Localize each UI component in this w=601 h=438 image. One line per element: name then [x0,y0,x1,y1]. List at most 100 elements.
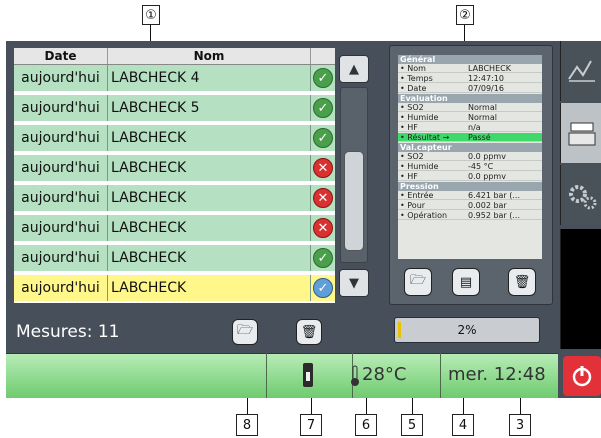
row-name: LABCHECK [108,275,311,301]
row-name: LABCHECK [108,155,311,181]
trash-icon: 🗑 [300,324,318,340]
table-row[interactable]: aujourd'hui LABCHECK ✕ [14,185,335,213]
clock-readout: mer. 12:48 [448,364,546,385]
row-name: LABCHECK [108,125,311,151]
sidebar-item-measure[interactable] [560,41,601,101]
pass-check-icon: ✓ [313,248,333,268]
scroll-down-button[interactable]: ▼ [339,269,369,297]
load-result-button[interactable]: 🗁 [404,268,432,296]
callout-5: 5 [401,414,423,436]
pass-check-icon: ✓ [313,68,333,88]
pass-check-icon: ✓ [313,128,333,148]
open-measurement-button[interactable]: 🗁 [232,319,258,345]
detail-key: • Entrée [400,191,434,200]
row-date: aujourd'hui [14,245,108,271]
detail-key: • Humide [400,162,439,171]
status-divider [266,353,267,398]
column-header-nom: Nom [108,48,311,64]
table-row[interactable]: aujourd'hui LABCHECK ✓ [14,125,335,153]
row-name: LABCHECK [108,245,311,271]
detail-value: -45 °C [468,162,494,171]
table-row[interactable]: aujourd'hui LABCHECK 5 ✓ [14,95,335,123]
battery-icon [303,363,313,387]
row-date: aujourd'hui [14,155,108,181]
delete-result-button[interactable]: 🗑 [508,268,536,296]
pass-check-icon: ✓ [313,98,333,118]
callout-4: 4 [452,414,474,436]
callout-8: 8 [236,414,258,436]
table-row[interactable]: aujourd'hui LABCHECK ✓ [14,245,335,273]
detail-key: • Pour [400,201,426,210]
thermometer-icon [350,365,360,391]
measurements-count: Mesures: 11 [16,322,120,342]
column-header-status [311,48,335,64]
graph-icon [568,60,595,82]
row-status: ✓ [311,95,335,121]
detail-key: • Temps [400,74,433,83]
scrollbar-thumb[interactable] [344,151,364,251]
row-status: ✕ [311,155,335,181]
detail-row: • Pour 0.002 bar [398,201,542,210]
detail-value: 12:47:10 [468,74,504,83]
detail-value: 0.002 bar [468,201,507,210]
detail-table: Général • Nom LABCHECK • Temps 12:47:10 • Dat… [398,55,542,259]
detail-value: Normal [468,103,497,112]
pass-check-icon: ✓ [313,278,333,298]
detail-key: • Date [400,84,427,93]
table-row[interactable]: aujourd'hui LABCHECK ✓ [14,275,335,303]
callout-1: ① [142,5,160,25]
detail-row: • Entrée 6.421 bar (... [398,191,542,200]
detail-row: • Humide Normal [398,113,542,122]
table-row[interactable]: aujourd'hui LABCHECK ✕ [14,155,335,183]
detail-value: 6.421 bar (... [468,191,521,200]
temperature-readout: 28°C [362,364,407,385]
progress-bar: 2% [394,317,540,343]
row-date: aujourd'hui [14,275,108,301]
detail-value: Passé [468,133,491,142]
progress-fill [398,322,401,338]
report-button[interactable]: ▤ [452,268,480,296]
fail-cross-icon: ✕ [313,218,333,238]
row-name: LABCHECK [108,185,311,211]
callout-7: 7 [300,414,322,436]
detail-value: 0.952 bar (... [468,211,521,220]
report-icon: ▤ [459,274,473,290]
sidebar-item-settings[interactable] [560,165,601,225]
detail-value: 0.0 ppmv [468,172,506,181]
row-date: aujourd'hui [14,215,108,241]
callout-6: 6 [355,414,377,436]
row-date: aujourd'hui [14,125,108,151]
sidebar-item-archive[interactable] [560,103,601,163]
callout-3: 3 [509,414,531,436]
row-status: ✓ [311,275,335,301]
table-header: Date Nom [14,48,335,65]
detail-row: • SO2 Normal [398,103,542,112]
detail-value: 07/09/16 [468,84,504,93]
progress-text: 2% [457,323,477,337]
delete-measurement-button[interactable]: 🗑 [296,319,322,345]
scroll-up-button[interactable]: ▲ [339,55,369,83]
detail-row: • HF n/a [398,123,542,132]
fail-cross-icon: ✕ [313,158,333,178]
table-row[interactable]: aujourd'hui LABCHECK ✕ [14,215,335,243]
power-button[interactable] [563,356,601,396]
detail-key: • Nom [400,64,426,73]
row-status: ✕ [311,215,335,241]
trash-icon: 🗑 [513,274,531,290]
table-row[interactable]: aujourd'hui LABCHECK 4 ✓ [14,65,335,93]
status-divider [440,353,441,398]
detail-section-header: Val.capteur [398,143,542,152]
row-status: ✓ [311,125,335,151]
detail-value: n/a [468,123,481,132]
power-icon [572,366,592,387]
column-header-date: Date [14,48,108,64]
row-status: ✓ [311,245,335,271]
folder-open-icon: 🗁 [236,323,254,338]
row-date: aujourd'hui [14,185,108,211]
detail-key: • SO2 [400,103,424,112]
detail-row: • Opération 0.952 bar (... [398,211,542,220]
row-name: LABCHECK [108,215,311,241]
detail-row: • Humide -45 °C [398,162,542,171]
detail-key: • SO2 [400,152,424,161]
detail-section-header: Evaluation [398,94,542,103]
